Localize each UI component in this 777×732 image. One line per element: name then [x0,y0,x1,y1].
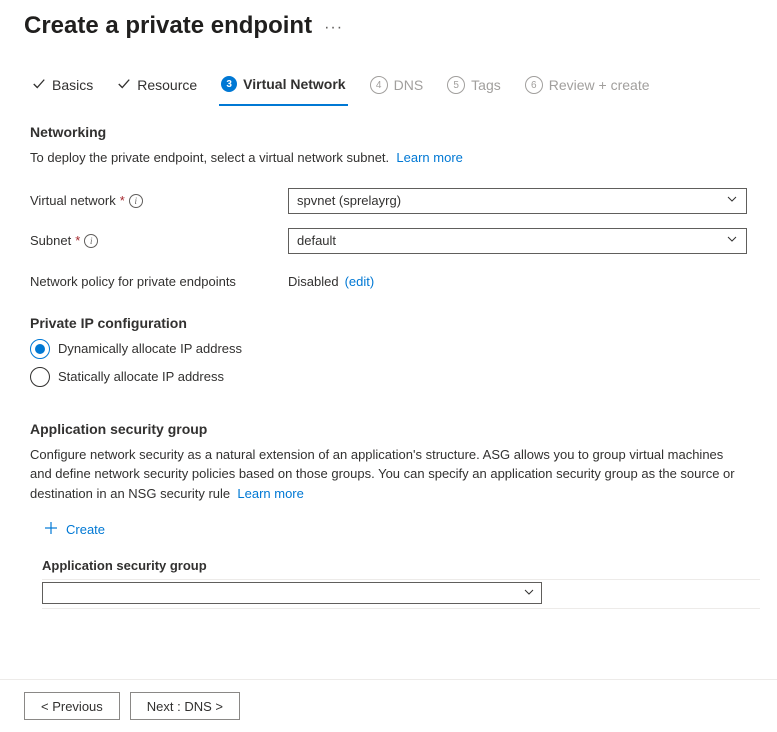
radio-label: Statically allocate IP address [58,369,224,384]
subnet-select[interactable]: default [288,228,747,254]
tab-label: Tags [471,77,501,93]
radio-icon [30,339,50,359]
asg-heading: Application security group [30,421,747,437]
radio-icon [30,367,50,387]
asg-column-header: Application security group [42,552,542,579]
create-asg-button[interactable]: Create [42,513,107,546]
chevron-down-icon [523,586,535,601]
info-icon[interactable]: i [129,194,143,208]
info-icon[interactable]: i [84,234,98,248]
learn-more-link[interactable]: Learn more [396,150,462,165]
asg-select[interactable] [42,582,542,604]
radio-static[interactable]: Statically allocate IP address [30,367,747,387]
radio-dynamic[interactable]: Dynamically allocate IP address [30,339,747,359]
tab-label: Virtual Network [243,76,345,92]
tab-label: Review + create [549,77,650,93]
step-number-icon: 6 [525,76,543,94]
tab-label: Resource [137,77,197,93]
more-icon[interactable]: ··· [324,19,343,37]
next-button[interactable]: Next : DNS > [130,692,240,720]
tab-basics[interactable]: Basics [30,71,95,106]
virtual-network-label: Virtual network * i [30,193,288,208]
virtual-network-select[interactable]: spvnet (sprelayrg) [288,188,747,214]
radio-label: Dynamically allocate IP address [58,341,242,356]
required-indicator: * [120,193,125,208]
asg-description: Configure network security as a natural … [30,445,747,504]
previous-button[interactable]: < Previous [24,692,120,720]
tab-dns[interactable]: 4 DNS [368,70,426,106]
select-value: spvnet (sprelayrg) [297,193,401,208]
wizard-tabs: Basics Resource 3 Virtual Network 4 DNS … [24,70,753,106]
select-value: default [297,233,336,248]
tab-tags[interactable]: 5 Tags [445,70,503,106]
check-icon [117,77,131,94]
description-text: To deploy the private endpoint, select a… [30,150,389,165]
tab-label: Basics [52,77,93,93]
tab-label: DNS [394,77,424,93]
network-policy-label: Network policy for private endpoints [30,274,288,289]
network-policy-value: Disabled [288,274,339,289]
create-label: Create [66,522,105,537]
step-number-icon: 5 [447,76,465,94]
chevron-down-icon [726,193,738,208]
check-icon [32,77,46,94]
tab-virtual-network[interactable]: 3 Virtual Network [219,70,347,106]
learn-more-link[interactable]: Learn more [237,486,303,501]
step-number-icon: 3 [221,76,237,92]
tab-resource[interactable]: Resource [115,71,199,106]
page-title: Create a private endpoint [24,12,312,40]
plus-icon [44,521,58,538]
wizard-footer: < Previous Next : DNS > [0,679,777,732]
ip-config-radio-group: Dynamically allocate IP address Statical… [30,339,747,387]
networking-heading: Networking [30,124,747,140]
edit-link[interactable]: (edit) [345,274,375,289]
required-indicator: * [75,233,80,248]
chevron-down-icon [726,233,738,248]
ip-config-heading: Private IP configuration [30,315,747,331]
networking-description: To deploy the private endpoint, select a… [30,148,747,168]
subnet-label: Subnet * i [30,233,288,248]
step-number-icon: 4 [370,76,388,94]
tab-review[interactable]: 6 Review + create [523,70,652,106]
